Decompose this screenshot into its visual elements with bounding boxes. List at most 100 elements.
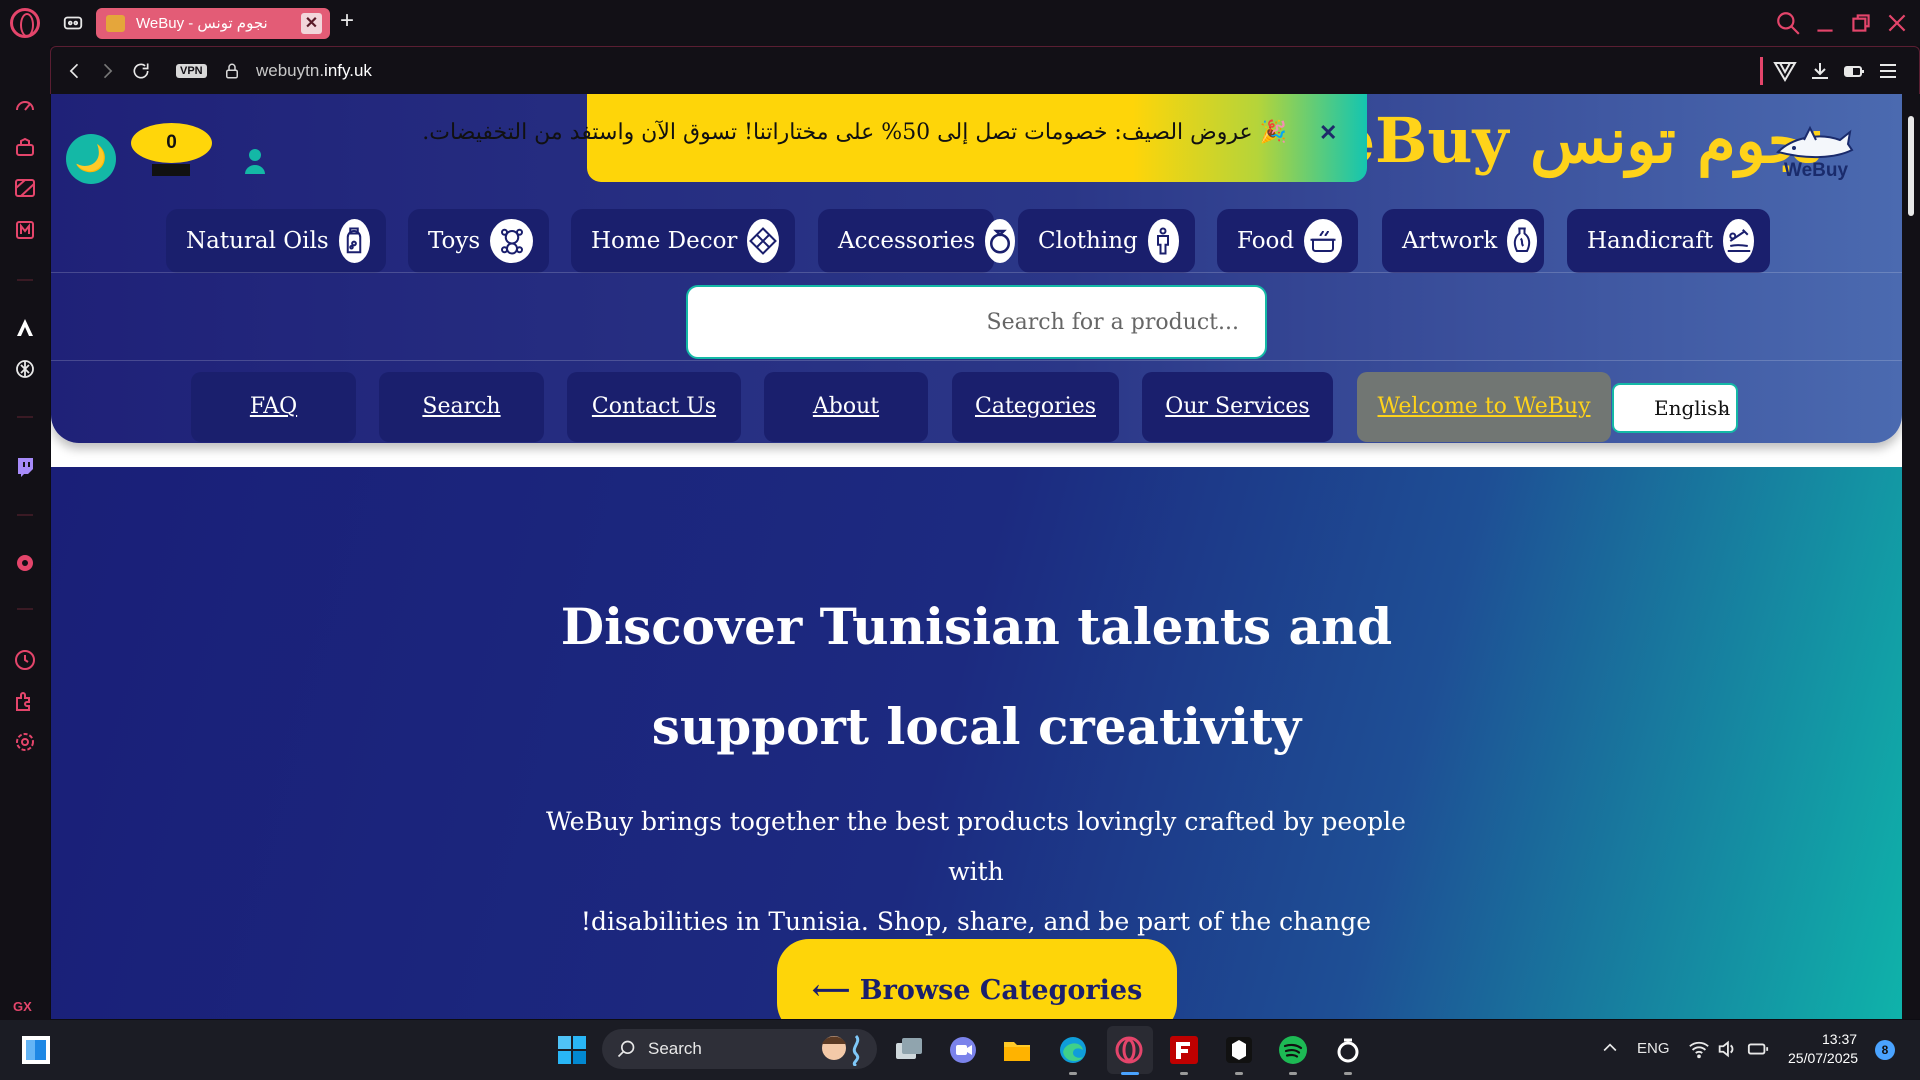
twitch-icon[interactable] <box>13 455 37 479</box>
new-tab-button[interactable]: + <box>340 9 354 33</box>
clock-time[interactable]: 13:37 <box>1822 1031 1857 1047</box>
hero-subtitle: WeBuy brings together the best products … <box>526 797 1426 947</box>
settings-gear-icon[interactable] <box>13 730 37 754</box>
clock-date[interactable]: 25/07/2025 <box>1788 1050 1858 1066</box>
browse-categories-button[interactable]: ⟵ Browse Categories <box>777 939 1177 1019</box>
file-explorer-icon[interactable] <box>1001 1034 1033 1066</box>
speed-dial-icon[interactable] <box>13 94 37 118</box>
taskbar-search-label: Search <box>648 1039 702 1058</box>
tab-close-button[interactable]: ✕ <box>301 13 322 34</box>
nav-contact-link[interactable]: Contact Us <box>567 372 741 442</box>
category-label: Handicraft <box>1587 228 1714 254</box>
search-icon <box>616 1039 636 1059</box>
category-handicraft[interactable]: Handicraft <box>1567 209 1770 273</box>
sidebar-divider <box>17 514 33 516</box>
ring-icon <box>985 219 1016 263</box>
nav-faq-link[interactable]: FAQ <box>191 372 356 442</box>
address-bar: VPN webuytn.infy.uk <box>50 46 1920 94</box>
restore-icon[interactable] <box>1848 10 1874 36</box>
tab-title: WeBuy - نجوم تونس <box>136 15 268 32</box>
volume-icon[interactable] <box>1716 1038 1738 1060</box>
nav-welcome-link[interactable]: Welcome to WeBuy <box>1357 372 1611 442</box>
sidebar-divider <box>17 279 33 281</box>
nav-services-link[interactable]: Our Services <box>1142 372 1333 442</box>
cooking-pot-icon <box>1304 219 1342 263</box>
shark-logo-word: WeBuy <box>1784 160 1849 181</box>
notification-count-badge[interactable]: 8 <box>1875 1040 1895 1060</box>
page-scrollbar[interactable] <box>1902 94 1920 1019</box>
category-natural-oils[interactable]: Natural Oils <box>166 209 386 273</box>
task-view-icon[interactable] <box>893 1034 925 1066</box>
lock-icon[interactable] <box>223 61 241 81</box>
product-search-box <box>686 285 1267 359</box>
back-arrow-icon[interactable] <box>65 61 85 81</box>
running-indicator <box>1180 1072 1188 1075</box>
cart-count-badge[interactable]: 0 <box>131 123 212 163</box>
extensions-icon[interactable] <box>13 689 37 713</box>
taskbar-search-box[interactable]: Search <box>602 1029 877 1069</box>
music-player-icon[interactable] <box>13 551 37 575</box>
chatgpt-app-icon[interactable] <box>1332 1034 1364 1066</box>
category-clothing[interactable]: Clothing <box>1018 209 1195 273</box>
reload-icon[interactable] <box>131 61 151 81</box>
windows-start-icon[interactable] <box>20 1034 52 1066</box>
category-toys[interactable]: Toys <box>408 209 549 273</box>
teddy-bear-icon <box>490 219 533 263</box>
category-accessories[interactable]: Accessories <box>818 209 1016 273</box>
forward-arrow-icon[interactable] <box>97 61 117 81</box>
chatgpt-icon[interactable] <box>13 357 37 381</box>
history-icon[interactable] <box>13 648 37 672</box>
language-select[interactable]: English ⌄ <box>1612 383 1738 433</box>
category-food[interactable]: Food <box>1217 209 1358 273</box>
windows-logo-icon[interactable] <box>556 1034 588 1066</box>
tab-islands-icon[interactable] <box>62 12 84 34</box>
category-artwork[interactable]: Artwork <box>1382 209 1544 273</box>
download-icon[interactable] <box>1808 59 1832 83</box>
nav-search-link[interactable]: Search <box>379 372 544 442</box>
scrollbar-thumb[interactable] <box>1908 116 1914 216</box>
cart-icon[interactable] <box>152 164 190 176</box>
category-label: Home Decor <box>591 228 738 254</box>
sandbox-app-icon[interactable] <box>1223 1034 1255 1066</box>
theme-toggle-moon-icon[interactable]: 🌙 <box>66 134 116 184</box>
gx-cleaner-icon[interactable] <box>13 176 37 200</box>
category-label: Toys <box>428 228 481 254</box>
vuejs-extension-icon[interactable] <box>1773 59 1797 83</box>
user-account-icon[interactable] <box>243 146 267 176</box>
opera-gx-icon[interactable] <box>1113 1034 1145 1066</box>
browser-tab-active[interactable]: WeBuy - نجوم تونس ✕ <box>96 8 330 39</box>
edge-browser-icon[interactable] <box>1057 1034 1089 1066</box>
input-language-indicator[interactable]: ENG <box>1637 1040 1670 1057</box>
wifi-icon[interactable] <box>1688 1038 1710 1060</box>
home-decor-icon <box>747 219 779 263</box>
filezilla-icon[interactable] <box>1168 1034 1200 1066</box>
category-home-decor[interactable]: Home Decor <box>571 209 795 273</box>
close-window-icon[interactable] <box>1884 10 1910 36</box>
vpn-badge[interactable]: VPN <box>176 64 207 78</box>
chevron-up-icon[interactable] <box>1600 1038 1620 1058</box>
nav-categories-link[interactable]: Categories <box>952 372 1119 442</box>
minimize-icon[interactable] <box>1812 10 1838 36</box>
battery-saver-icon[interactable] <box>1842 59 1866 83</box>
product-search-input[interactable] <box>688 287 1265 357</box>
easy-setup-menu-icon[interactable] <box>1876 59 1900 83</box>
aria-ai-icon[interactable] <box>13 316 37 340</box>
promo-close-button[interactable]: ✕ <box>1319 120 1337 146</box>
search-tabs-icon[interactable] <box>1775 10 1801 36</box>
url-field[interactable]: webuytn.infy.uk <box>256 61 372 81</box>
teams-meet-icon[interactable] <box>947 1034 979 1066</box>
spotify-icon[interactable] <box>1277 1034 1309 1066</box>
search-highlight-art-icon <box>812 1032 872 1066</box>
hero-subtitle-line: WeBuy brings together the best products … <box>546 807 1406 886</box>
category-label: Artwork <box>1402 228 1498 254</box>
gx-label[interactable]: GX <box>13 999 32 1014</box>
gx-control-icon[interactable] <box>13 135 37 159</box>
category-label: Food <box>1237 228 1295 254</box>
hero-title: Discover Tunisian talents and support lo… <box>51 577 1902 777</box>
promo-banner: 🎉 عروض الصيف: خصومات تصل إلى 50% على مخت… <box>422 94 1367 182</box>
opera-logo-icon[interactable] <box>10 8 40 38</box>
battery-icon[interactable] <box>1747 1038 1769 1060</box>
messenger-icon[interactable] <box>13 218 37 242</box>
browser-title-bar: WeBuy - نجوم تونس ✕ + <box>0 0 1920 46</box>
nav-about-link[interactable]: About <box>764 372 928 442</box>
